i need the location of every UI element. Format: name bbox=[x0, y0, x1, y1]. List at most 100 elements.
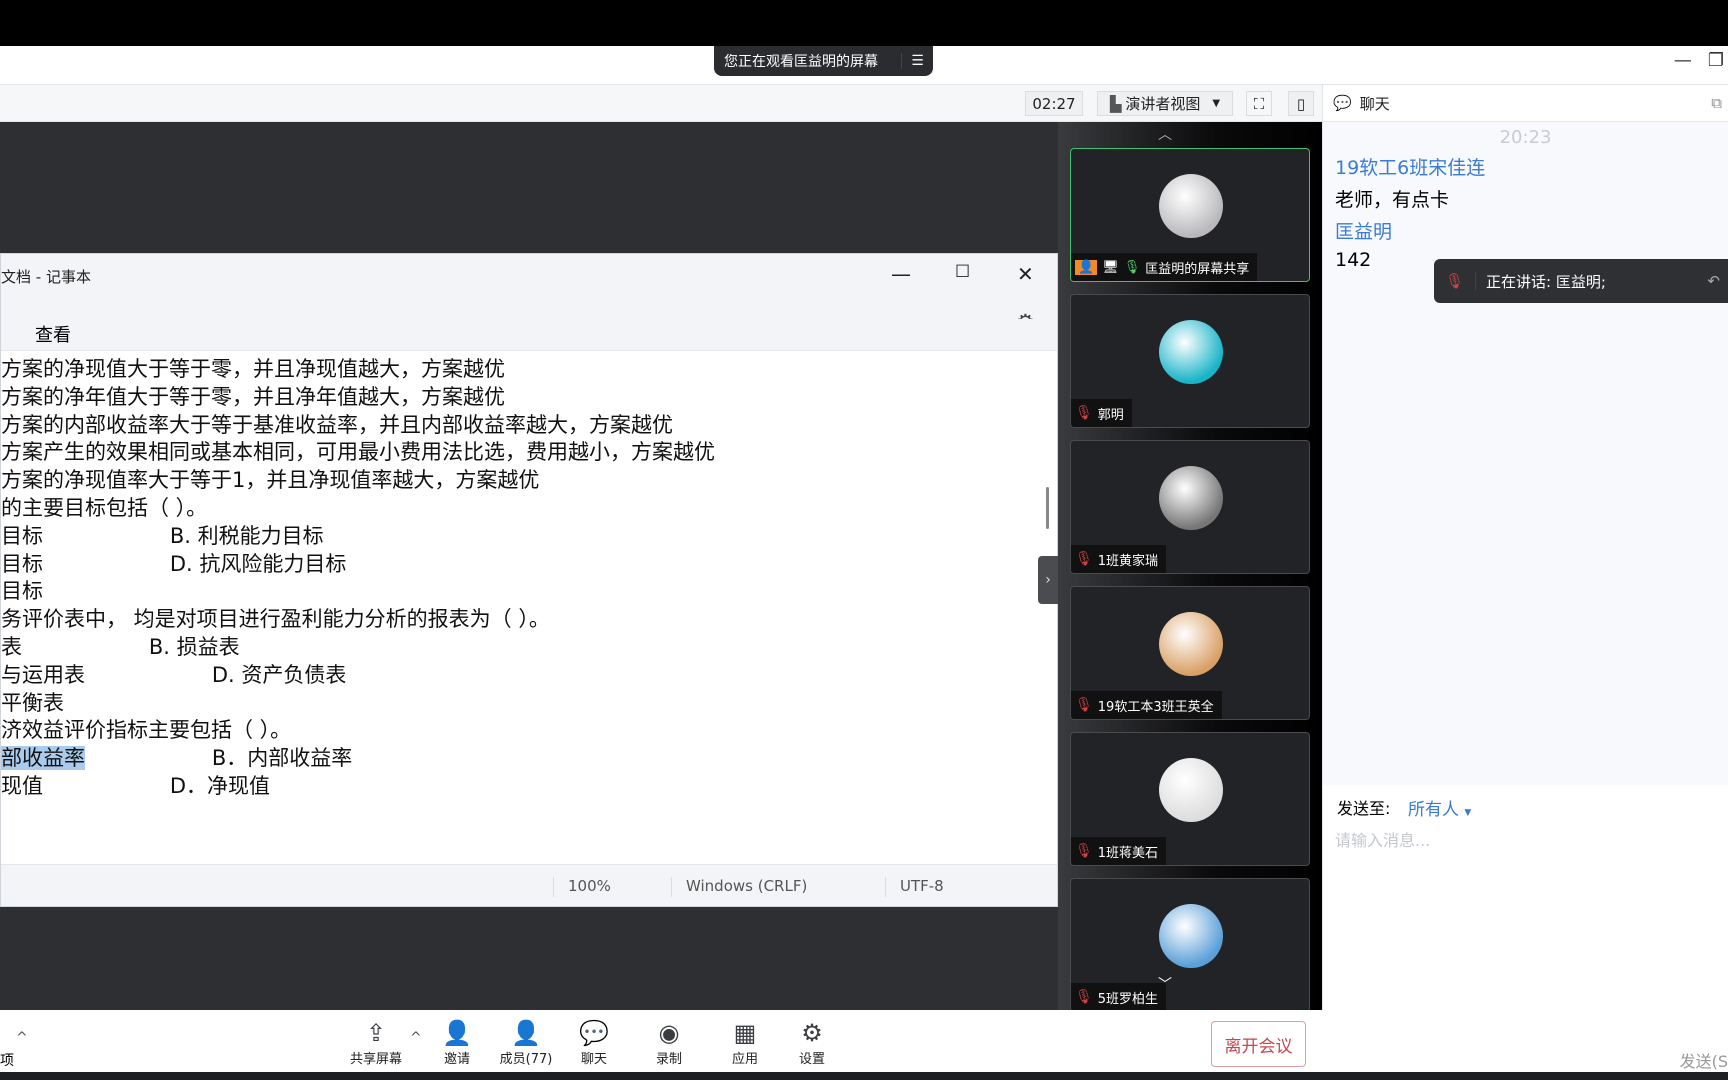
participant-label: 🎙 1班蒋美石 bbox=[1071, 837, 1167, 865]
sidebar-toggle-icon[interactable]: ▯ bbox=[1288, 91, 1314, 116]
menu-view[interactable]: 查看 bbox=[35, 321, 71, 347]
toolbar-button-invite[interactable]: 👤 邀请 bbox=[422, 1018, 492, 1067]
meeting-timer: 02:27 bbox=[1025, 91, 1083, 116]
popout-icon[interactable]: ⧉ bbox=[1711, 94, 1722, 112]
chat-input-area: 发送至: 所有人 ▼ 请输入消息... bbox=[1323, 785, 1728, 1010]
text-line: 方案的内部收益率大于等于基准收益率，并且内部收益率越大，方案越优 bbox=[1, 412, 1041, 440]
participant-tile[interactable]: 🎙 19软工本3班王英全 bbox=[1070, 586, 1310, 720]
participant-tile[interactable]: 🎙 1班黄家瑞 bbox=[1070, 440, 1310, 574]
speaking-text: 正在讲话: 匡益明; bbox=[1486, 272, 1606, 291]
notepad-menubar: 查看 bbox=[1, 319, 1057, 351]
line-text: 的主要目标包括（ ）。 bbox=[1, 495, 208, 520]
participant-tile[interactable]: 🎙 1班蒋美石 bbox=[1070, 732, 1310, 866]
toolbar-button-record[interactable]: ◉ 录制 bbox=[634, 1018, 704, 1067]
participant-name: 匡益明的屏幕共享 bbox=[1145, 261, 1250, 277]
line-text: 表 B. 损益表 bbox=[1, 634, 240, 659]
share-screen-icon: ⇪ bbox=[365, 1019, 387, 1047]
chevron-up-icon[interactable]: ^ bbox=[16, 1030, 28, 1046]
maximize-icon[interactable]: ☐ bbox=[955, 262, 970, 282]
notepad-window: 文档 - 记事本 — ☐ ✕ ⚙ 查看 方案的净现值大于等于零，并且净现值越大，… bbox=[0, 253, 1058, 907]
minimize-icon[interactable]: — bbox=[1674, 50, 1692, 71]
line-text: 平衡表 bbox=[1, 690, 64, 715]
text-line: 目标 D. 抗风险能力目标 bbox=[1, 551, 1041, 579]
text-line: 方案产生的效果相同或基本相同，可用最小费用法比选，费用越小，方案越优 bbox=[1, 439, 1041, 467]
collapse-strip-button[interactable]: › bbox=[1038, 556, 1058, 604]
screen-share-icon: 🖥 bbox=[1102, 259, 1119, 275]
chat-message: 老师，有点卡 bbox=[1335, 189, 1450, 211]
text-line: 现值 D．净现值 bbox=[1, 773, 1041, 801]
mic-muted-icon: 🎙 bbox=[1075, 843, 1093, 859]
line-text: 与运用表 D. 资产负债表 bbox=[1, 662, 347, 687]
toolbar-fragment: 项 bbox=[0, 1053, 14, 1069]
line-text: 务评价表中， 均是对项目进行盈利能力分析的报表为（ ）。 bbox=[1, 607, 550, 632]
view-mode-dropdown[interactable]: ▙ 演讲者视图 ▼ bbox=[1097, 91, 1233, 116]
speaking-indicator: 🎙 正在讲话: 匡益明; ↶ bbox=[1434, 259, 1728, 303]
toolbar-button-chat[interactable]: 💬 聊天 bbox=[559, 1018, 629, 1067]
line-text: B．内部收益率 bbox=[85, 746, 353, 771]
chevron-down-icon: ▼ bbox=[1212, 98, 1221, 109]
line-text: 方案的净年值大于等于零，并且净年值越大，方案越优 bbox=[1, 384, 505, 409]
scroll-down-icon[interactable]: ﹀ bbox=[1158, 974, 1172, 994]
notepad-title: 文档 - 记事本 bbox=[1, 268, 91, 286]
text-line: 济效益评价指标主要包括（ ）。 bbox=[1, 717, 1041, 745]
record-icon: ◉ bbox=[658, 1019, 680, 1047]
close-icon[interactable]: ✕ bbox=[1017, 262, 1034, 286]
send-to-label: 发送至: bbox=[1337, 799, 1391, 818]
share-options-chevron-icon[interactable]: ^ bbox=[410, 1030, 422, 1046]
toolbar-button-members[interactable]: 👤 成员(77) bbox=[491, 1018, 561, 1067]
view-mode-label: 演讲者视图 bbox=[1125, 95, 1201, 113]
notepad-text-area[interactable]: 方案的净现值大于等于零，并且净现值越大，方案越优 方案的净年值大于等于零，并且净年… bbox=[1, 351, 1041, 866]
participant-tile[interactable]: 🎙 5班罗柏生 bbox=[1070, 878, 1310, 1012]
participant-tile[interactable]: 👤 🖥 🎙 匡益明的屏幕共享 bbox=[1070, 148, 1310, 282]
participant-name: 1班蒋美石 bbox=[1097, 845, 1159, 861]
meeting-toolbar: 项 ^ ^ ⇪ 共享屏幕 👤 邀请 👤 成员(77) 💬 聊天 ◉ 录制 ▦ 应用 ⚙ 设置 bbox=[0, 1010, 1322, 1080]
chevron-down-icon: ▼ bbox=[1464, 808, 1472, 818]
toolbar-button-settings[interactable]: ⚙ 设置 bbox=[777, 1018, 847, 1067]
participant-label: 🎙 19软工本3班王英全 bbox=[1071, 691, 1222, 719]
participant-label: 🎙 郭明 bbox=[1071, 399, 1132, 427]
fullscreen-icon[interactable]: ⛶ bbox=[1246, 91, 1272, 116]
send-button[interactable]: 发送(S bbox=[1680, 1048, 1728, 1072]
chat-timestamp: 20:23 bbox=[1499, 127, 1552, 148]
notepad-status-bar: 100% Windows (CRLF) UTF-8 bbox=[1, 864, 1057, 906]
bottom-edge bbox=[0, 1072, 1728, 1080]
toolbar-button-share-screen[interactable]: ⇪ 共享屏幕 bbox=[341, 1018, 411, 1067]
restore-icon[interactable]: ❐ bbox=[1708, 50, 1724, 71]
mic-muted-icon: 🎙 bbox=[1434, 272, 1476, 290]
line-text: 方案的净现值大于等于零，并且净现值越大，方案越优 bbox=[1, 357, 505, 381]
encoding: UTF-8 bbox=[885, 877, 944, 897]
scroll-up-icon[interactable]: ︿ bbox=[1158, 124, 1172, 144]
reply-icon[interactable]: ↶ bbox=[1707, 272, 1720, 290]
avatar bbox=[1159, 174, 1223, 238]
leave-meeting-button[interactable]: 离开会议 bbox=[1211, 1021, 1306, 1067]
text-line: 方案的净年值大于等于零，并且净年值越大，方案越优 bbox=[1, 384, 1041, 412]
chat-sender: 19软工6班宋佳连 bbox=[1335, 157, 1486, 179]
selected-text: 部收益率 bbox=[1, 746, 85, 771]
minimize-icon[interactable]: — bbox=[891, 262, 911, 286]
scrollbar-thumb[interactable] bbox=[1046, 487, 1049, 529]
participant-tile[interactable]: 🎙 郭明 bbox=[1070, 294, 1310, 428]
line-ending: Windows (CRLF) bbox=[671, 877, 807, 897]
avatar bbox=[1159, 320, 1223, 384]
banner-text: 您正在观看匡益明的屏幕 bbox=[724, 54, 878, 70]
chat-send-area: 发送(S bbox=[1322, 1010, 1728, 1072]
line-text: 目标 B. 利税能力目标 bbox=[1, 523, 324, 548]
line-text: 现值 D．净现值 bbox=[1, 773, 271, 798]
host-icon: 👤 bbox=[1075, 259, 1098, 275]
toolbar-button-label: 聊天 bbox=[580, 1052, 607, 1067]
apps-icon: ▦ bbox=[733, 1019, 757, 1047]
menu-icon[interactable]: ☰ bbox=[901, 53, 933, 69]
message-input[interactable]: 请输入消息... bbox=[1335, 827, 1430, 851]
participant-name: 19软工本3班王英全 bbox=[1097, 699, 1214, 715]
chat-panel: 💬 聊天 ⧉ 20:23 19软工6班宋佳连 老师，有点卡 匡益明 142 发送… bbox=[1322, 85, 1728, 1010]
text-line: 平衡表 bbox=[1, 690, 1041, 718]
avatar bbox=[1159, 612, 1223, 676]
top-black-bar bbox=[0, 0, 1728, 46]
participant-video-strip: ︿ 👤 🖥 🎙 匡益明的屏幕共享 🎙 郭明 🎙 1班黄家瑞 🎙 19软工本3班王英全… bbox=[1058, 122, 1322, 1012]
mic-muted-icon: 🎙 bbox=[1075, 697, 1093, 713]
screen-share-banner: 您正在观看匡益明的屏幕 ☰ bbox=[714, 46, 933, 76]
line-text: 目标 bbox=[1, 579, 43, 604]
toolbar-button-label: 共享屏幕 bbox=[349, 1052, 402, 1067]
toolbar-button-apps[interactable]: ▦ 应用 bbox=[710, 1018, 780, 1067]
send-to-dropdown[interactable]: 所有人 ▼ bbox=[1408, 795, 1471, 820]
